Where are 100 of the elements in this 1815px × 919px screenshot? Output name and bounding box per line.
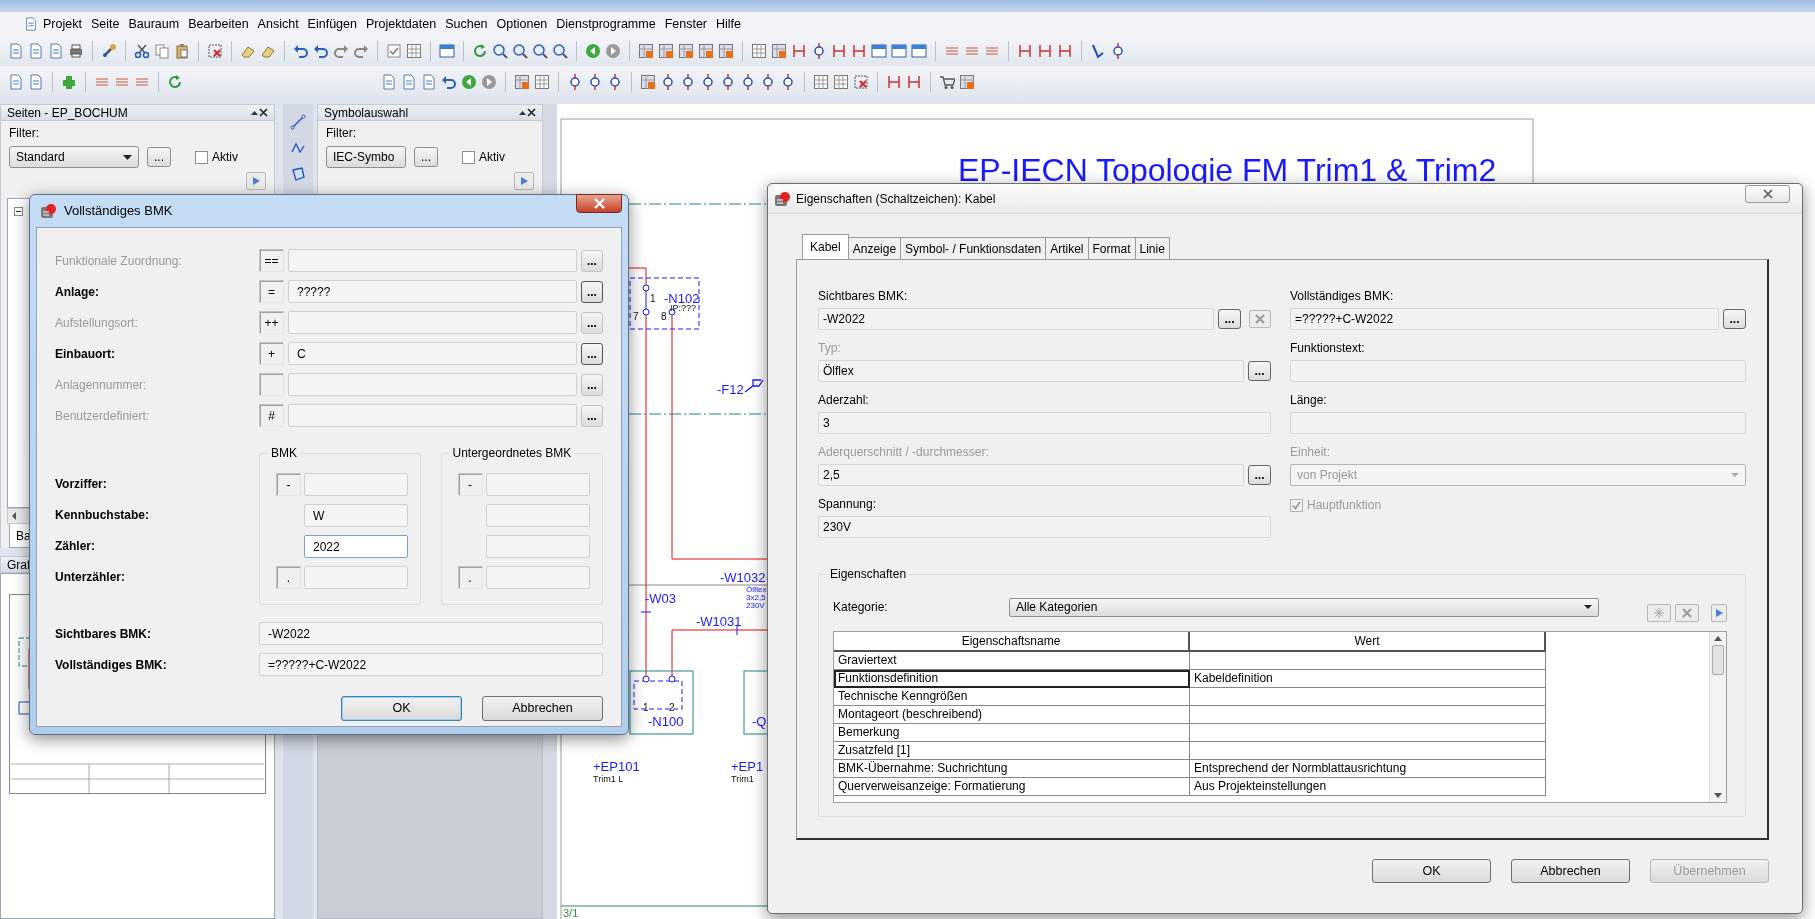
dialog-button[interactable]: Abbrechen	[1511, 859, 1630, 883]
grid-icon[interactable]	[534, 74, 550, 90]
tab[interactable]: Symbol- / Funktionsdaten	[900, 237, 1047, 259]
undo-icon[interactable]	[313, 43, 329, 59]
dialog-button[interactable]: Abbrechen	[482, 696, 603, 721]
document-icon[interactable]	[8, 43, 24, 59]
text-field[interactable]: =?????+C-W2022	[1290, 308, 1719, 330]
grid-icon[interactable]	[406, 43, 422, 59]
tab[interactable]: Linie	[1134, 237, 1170, 259]
redo-icon[interactable]	[333, 43, 349, 59]
menu-item[interactable]: Einfügen	[303, 14, 361, 34]
browse-button[interactable]: ...	[147, 147, 171, 167]
caret-icon[interactable]	[518, 108, 527, 117]
document-icon[interactable]	[28, 43, 44, 59]
connection-icon[interactable]	[1057, 43, 1073, 59]
selection-delete-icon[interactable]	[853, 74, 869, 90]
close-button[interactable]	[576, 194, 622, 213]
grid-icon[interactable]	[751, 43, 767, 59]
clear-button[interactable]	[1249, 310, 1271, 328]
grid-letter-icon[interactable]	[771, 43, 787, 59]
document-icon[interactable]	[8, 74, 24, 90]
grid-icon[interactable]	[813, 74, 829, 90]
zoom-icon[interactable]	[532, 43, 548, 59]
connection-icon[interactable]	[886, 74, 902, 90]
grid-letter-icon[interactable]	[959, 74, 975, 90]
text-field[interactable]	[304, 473, 408, 496]
scissors-icon[interactable]	[134, 43, 150, 59]
window-icon[interactable]	[439, 43, 455, 59]
text-field[interactable]	[485, 566, 590, 589]
wrench-icon[interactable]	[101, 43, 117, 59]
undo-icon[interactable]	[293, 43, 309, 59]
grid-letter-icon[interactable]	[698, 43, 714, 59]
text-field[interactable]	[288, 249, 577, 272]
terminal-icon[interactable]	[660, 74, 676, 90]
toolbar-button[interactable]	[1647, 604, 1671, 622]
terminal-icon[interactable]	[720, 74, 736, 90]
terminal-icon[interactable]	[1110, 43, 1126, 59]
menu-item[interactable]: Suchen	[441, 14, 492, 34]
arrow-button[interactable]	[1711, 604, 1727, 622]
scroll-thumb[interactable]	[1712, 645, 1724, 675]
connection-icon[interactable]	[831, 43, 847, 59]
text-field[interactable]	[1290, 360, 1746, 382]
line-icon[interactable]	[290, 114, 306, 130]
connection-icon[interactable]	[791, 43, 807, 59]
document-icon[interactable]	[48, 43, 64, 59]
text-field[interactable]	[485, 473, 590, 496]
grid-letter-icon[interactable]	[678, 43, 694, 59]
menu-item[interactable]: Projektdaten	[361, 14, 441, 34]
text-field[interactable]: 3	[818, 412, 1271, 434]
text-field[interactable]: W	[304, 504, 408, 527]
text-field[interactable]	[288, 404, 577, 427]
connection-icon[interactable]	[1017, 43, 1033, 59]
grid-letter-icon[interactable]	[718, 43, 734, 59]
printer-icon[interactable]	[68, 43, 84, 59]
menu-item[interactable]: Seite	[86, 14, 124, 34]
text-field[interactable]: -W2022	[818, 308, 1214, 330]
dialog-button[interactable]: OK	[341, 696, 462, 721]
menu-item[interactable]: Projekt	[39, 14, 86, 34]
menu-item[interactable]: Bauraum	[124, 14, 184, 34]
checkbox[interactable]	[195, 150, 208, 164]
connection-icon[interactable]	[1037, 43, 1053, 59]
menu-item[interactable]: Hilfe	[712, 14, 746, 34]
property-row[interactable]: Zusatzfeld [1]	[834, 742, 1546, 760]
window-icon[interactable]	[911, 43, 927, 59]
document-icon[interactable]	[401, 74, 417, 90]
cart-icon[interactable]	[939, 74, 955, 90]
refresh-icon[interactable]	[167, 74, 183, 90]
toolbar-button[interactable]	[1675, 604, 1699, 622]
refresh-icon[interactable]	[472, 43, 488, 59]
collapse-icon[interactable]	[14, 207, 23, 217]
dropdown[interactable]: Alle Kategorien	[1009, 597, 1599, 617]
scrollbar[interactable]	[1709, 632, 1726, 802]
property-row[interactable]: BMK-Übernahme: Suchrichtung Entsprechend der Normblattausrichtung	[834, 760, 1546, 778]
terminal-icon[interactable]	[567, 74, 583, 90]
text-field[interactable]: 230V	[818, 516, 1271, 538]
column-header[interactable]: Eigenschaftsname	[834, 632, 1190, 652]
tab[interactable]: Kabel	[802, 234, 849, 259]
text-field[interactable]: -W2022	[259, 622, 603, 645]
text-field[interactable]: ?????	[288, 280, 577, 303]
property-row[interactable]: Technische Kenngrößen	[834, 688, 1546, 706]
checkbox[interactable]	[462, 150, 475, 164]
browse-button[interactable]: ...	[1723, 309, 1746, 329]
caret-icon[interactable]	[250, 108, 259, 117]
menu-item[interactable]: Fenster	[660, 14, 712, 34]
grid-letter-icon[interactable]	[514, 74, 530, 90]
close-icon[interactable]	[527, 108, 536, 117]
text-field[interactable]	[288, 373, 577, 396]
browse-button[interactable]: ...	[580, 342, 603, 365]
up-arrow-icon[interactable]	[1714, 636, 1722, 641]
zoom-icon[interactable]	[492, 43, 508, 59]
window-icon[interactable]	[871, 43, 887, 59]
puzzle-icon[interactable]	[61, 74, 77, 90]
column-header[interactable]: Wert	[1190, 632, 1546, 652]
terminal-icon[interactable]	[811, 43, 827, 59]
terminal-icon[interactable]	[680, 74, 696, 90]
menu-item[interactable]: Bearbeiten	[184, 14, 253, 34]
clipboard-icon[interactable]	[174, 43, 190, 59]
menu-item[interactable]: Ansicht	[253, 14, 303, 34]
grid-icon[interactable]	[833, 74, 849, 90]
connection-icon[interactable]	[906, 74, 922, 90]
